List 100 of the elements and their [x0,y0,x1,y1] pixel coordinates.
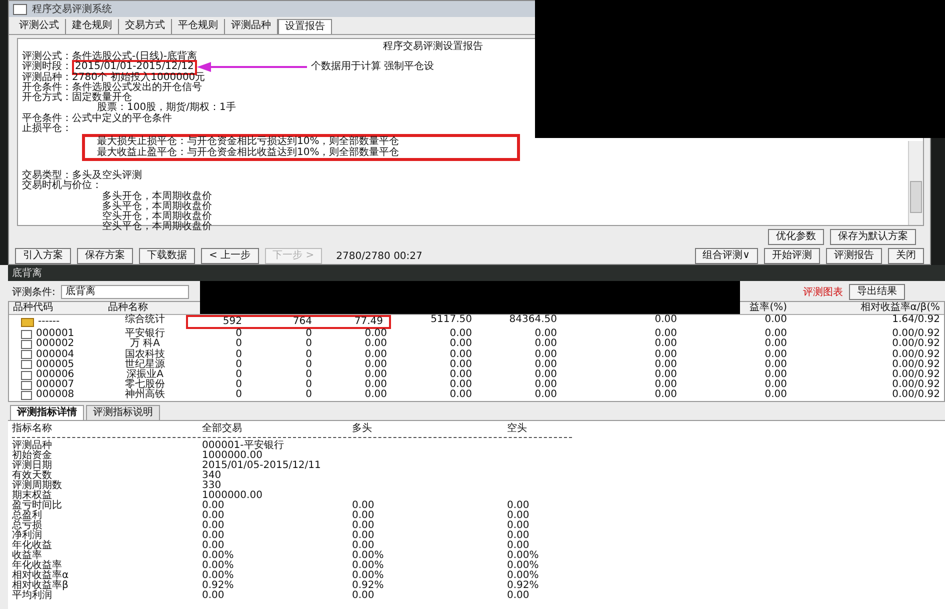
table-cell-text: 0.00 [654,339,678,350]
metric-name: 年化收益率 [12,560,63,571]
metric-value: 340 [202,470,222,481]
tab[interactable]: 设置报告 [278,19,332,34]
metric-value: 0.00 [507,540,530,551]
checkbox[interactable] [21,370,32,380]
column-header[interactable]: 益率(%) [746,302,791,314]
column-header[interactable]: 品种名称 [104,302,186,314]
report-text: 股票：100股，期货/期权：1手 [97,103,237,114]
metric-value: 0.00 [202,530,226,541]
tab[interactable]: 建仓规则 [66,19,119,34]
table-cell-text: 深振业A [126,370,164,380]
metric-value: 0.92% [202,580,235,591]
table-cell-text: 0.00 [364,370,388,380]
checkbox[interactable] [21,360,32,370]
report-text: 个数据用于计算 强制平仓设 [310,62,434,73]
metric-value: 0.00% [507,550,540,561]
report-value: 条件选股公式-(日线)-底背离 [72,52,198,62]
button[interactable]: 下载数据 [139,248,195,264]
metric-value: 0.00% [507,560,540,571]
report-label: 开仓方式： [22,93,72,104]
metric-name: 平均利润 [12,590,53,601]
tab[interactable]: 平仓规则 [172,19,225,34]
condition-field[interactable]: 底背离 [61,284,190,298]
tab[interactable]: 评测公式 [13,19,66,34]
table-cell-text: 0 [234,339,243,350]
button[interactable]: 开始评测 [764,248,820,264]
metric-value: 0.00 [507,590,530,601]
table-cell-text: 0.00/0.92 [891,329,941,340]
table-cell-text: 0.00 [448,390,473,401]
metric-name: 盈亏时间比 [12,500,63,511]
report-label: 评测时段： [22,62,72,72]
checkbox[interactable] [21,350,32,360]
table-cell: 000004 [36,350,74,360]
table-cell-text: 0.00 [764,350,788,360]
table-cell-text: 0.00 [534,370,558,380]
table-cell-text: 平安银行 [124,329,166,340]
chart-link[interactable]: 评测图表 [803,284,843,298]
button[interactable]: < 上一步 [201,248,259,264]
metric-name: 初始资金 [12,450,53,461]
table-cell-text: 77.49 [353,317,384,328]
table-cell-text: 000002 [36,339,74,350]
button[interactable]: 保存为默认方案 [830,229,916,245]
table-cell-text: 0.00 [364,360,388,370]
button[interactable]: 优化参数 [768,229,824,245]
scrollbar[interactable] [908,141,923,225]
table-cell-text: 764 [292,317,313,328]
table-cell-text: 0.00 [654,329,678,340]
table-cell-text: 0.00 [534,380,558,390]
table-cell-text: 000005 [36,360,74,370]
metric-name: 总盈利 [12,510,43,521]
metric-value: 330 [202,480,222,491]
tab[interactable]: 交易方式 [119,19,172,34]
button[interactable]: 关闭 [888,248,924,264]
metric-value: 0.00 [202,540,224,551]
checkbox[interactable] [21,391,32,400]
table-cell-text: 万 科A [130,339,160,350]
table-cell-text: 0.00 [364,329,388,340]
metric-value: 0.00 [202,590,226,601]
metric-name: 评测日期 [12,460,53,471]
button[interactable]: 引入方案 [15,248,71,264]
export-button[interactable]: 导出结果 [849,284,905,300]
report-text: 多头开仓，本周期收盘价 [101,192,213,202]
metric-name: 评测品种 [12,440,53,451]
button[interactable]: 组合评测∨ [694,248,758,264]
metric-value: 2015/01/05-2015/12/11 [202,460,322,471]
table-cell-text: 0.00 [764,339,788,350]
table-cell-text: 0.00 [534,339,558,350]
report-text: 空头平仓，本周期收盘价 [101,222,213,233]
metric-value: 0.00 [352,510,376,521]
tab[interactable]: 评测指标详情 [10,404,84,420]
table-cell-text: 0.00 [654,380,678,390]
metric-name: 总亏损 [12,520,43,531]
table-cell-text: 0.00 [448,339,473,350]
checkbox[interactable] [21,380,32,390]
table-cell-text: 0.00 [534,329,558,340]
metric-name: 相对收益率β [12,580,70,591]
tab[interactable]: 评测指标说明 [86,404,160,420]
column-header[interactable]: 品种代码 [9,302,104,314]
table-cell-text: 0 [304,390,313,401]
button[interactable]: 保存方案 [77,248,133,264]
table-cell: 000006 [36,370,74,380]
checkbox[interactable] [21,330,32,339]
report-label: 开仓条件： [22,82,72,93]
checkbox[interactable] [21,340,32,349]
button[interactable]: 评测报告 [826,248,882,264]
table-cell-text: 0.00 [764,360,788,370]
metric-name: 收益率 [12,550,42,561]
table-cell-text: 84364.50 [508,315,558,327]
report-value: 公式中定义的平仓条件 [72,114,172,124]
condition-label: 评测条件: [12,286,56,298]
report-label: 评测公式： [22,52,72,62]
report-value: 多头及空头评测 [72,170,142,181]
table-cell-text: 0.00 [764,390,788,401]
column-header[interactable]: 相对收益率α/β(% [856,302,944,314]
table-cell-text: 0.00/0.92 [891,380,941,390]
report-value: 条件选股公式发出的开仓信号 [72,82,202,93]
table-cell-text: 0 [304,380,313,390]
table-cell-text: 0.00/0.92 [891,360,941,370]
table-cell-text: 0.00/0.92 [891,370,941,380]
